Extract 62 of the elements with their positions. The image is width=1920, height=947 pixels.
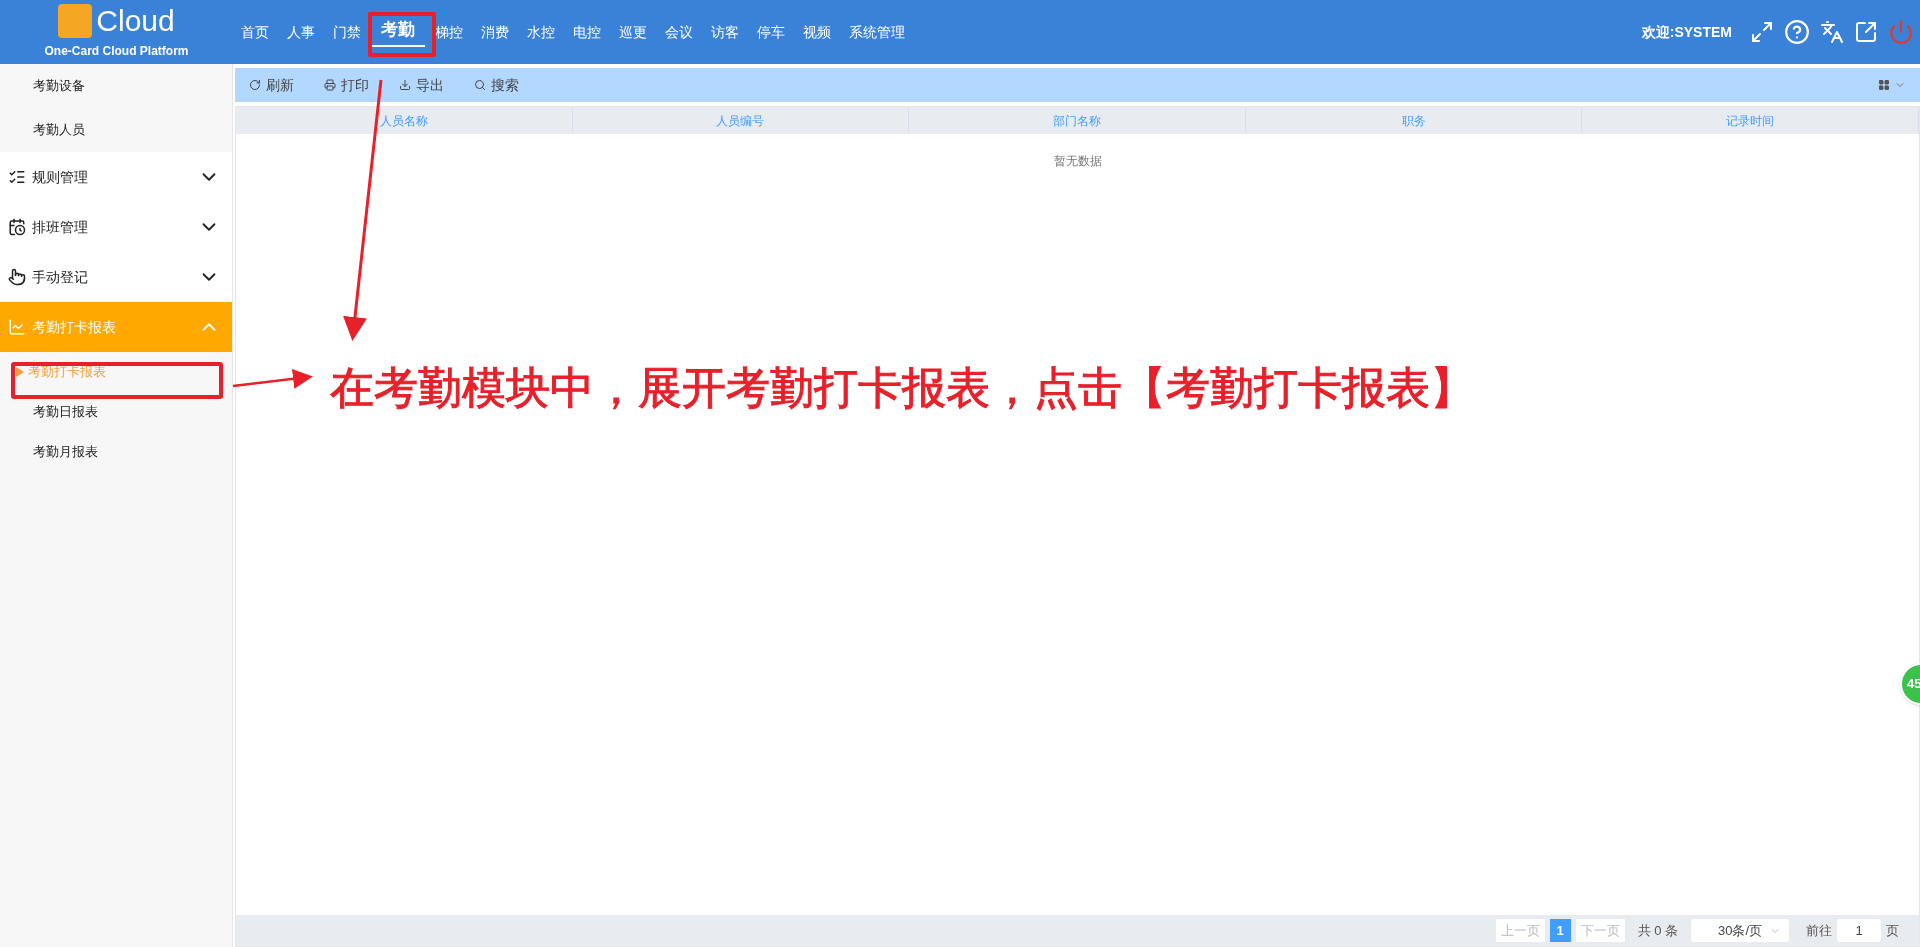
help-icon[interactable] [1784,19,1810,45]
toolbar-button[interactable]: 导出 [399,74,444,96]
logo-icon [58,4,93,38]
highlight-frame [368,12,436,57]
annotation-text: 在考勤模块中，展开考勤打卡报表，点击【考勤打卡报表】 [330,362,1474,414]
sidebar-item[interactable]: 考勤人员 [0,108,232,152]
sidebar-item[interactable]: 考勤设备 [0,64,232,108]
nav-tab[interactable]: 巡更 [611,21,655,43]
total-count: 共 0 条 [1637,921,1678,940]
logo-text: Cloud [96,6,175,36]
grid-icon[interactable] [1878,79,1890,91]
nav-tab[interactable]: 水控 [519,21,563,43]
logo-subtitle: One-Card Cloud Platform [44,43,189,60]
hand-pointer-icon [8,268,26,286]
nav-tab[interactable]: 会议 [657,21,701,43]
nav-tab[interactable]: 消费 [473,21,517,43]
nav-tab[interactable]: 人事 [279,21,323,43]
sidebar-group[interactable]: 排班管理 [0,202,232,252]
welcome-text: 欢迎:SYSTEM [1641,22,1732,42]
goto-label: 前往 [1806,921,1832,940]
nav-tab[interactable]: 考勤 [371,17,425,47]
external-link-icon[interactable] [1854,20,1878,44]
column-header: 部门名称 [909,107,1246,134]
toolbar-button[interactable]: 打印 [324,74,369,96]
nav-tab[interactable]: 梯控 [427,21,471,43]
column-header: 记录时间 [1582,107,1919,134]
nav-tab[interactable]: 视频 [795,21,839,43]
empty-text: 暂无数据 [1053,153,1102,170]
nav-tab[interactable]: 访客 [703,21,747,43]
triangle-icon [16,367,24,377]
group-label: 规则管理 [32,167,88,187]
line-chart-icon [8,318,26,336]
column-header: 人员名称 [236,107,573,134]
list-icon [8,168,26,186]
sidebar-group[interactable]: 规则管理 [0,152,232,202]
nav-tab[interactable]: 门禁 [325,21,369,43]
column-header: 人员编号 [572,107,910,134]
nav-tab[interactable]: 电控 [565,21,609,43]
page-button[interactable]: 1 [1549,919,1571,942]
calendar-clock-icon [8,218,26,236]
group-label: 考勤打卡报表 [32,317,116,337]
goto-field[interactable]: 1 [1837,919,1881,942]
group-label: 排班管理 [32,217,88,237]
download-icon [399,79,411,91]
toolbar-button[interactable]: 搜索 [474,74,519,96]
nav-tab[interactable]: 停车 [749,21,793,43]
goto-suffix: 页 [1886,921,1899,940]
fullscreen-icon[interactable] [1750,20,1774,44]
nav-tab[interactable]: 系统管理 [841,21,913,43]
sidebar-group[interactable]: 手动登记 [0,252,232,302]
sidebar-subitem[interactable]: 考勤日报表 [0,392,232,432]
toolbar-button[interactable]: 刷新 [249,74,294,96]
search-icon [474,79,486,91]
page-size-select[interactable]: 30条/页 [1691,919,1789,942]
translate-icon[interactable] [1820,20,1844,44]
printer-icon [324,79,336,91]
column-header: 职务 [1245,107,1583,134]
sidebar-subitem[interactable]: 考勤月报表 [0,432,232,472]
group-label: 手动登记 [32,267,88,287]
refresh-icon [249,79,261,91]
nav-tab[interactable]: 首页 [233,21,277,43]
sidebar-subitem[interactable]: 考勤打卡报表 [0,352,232,392]
